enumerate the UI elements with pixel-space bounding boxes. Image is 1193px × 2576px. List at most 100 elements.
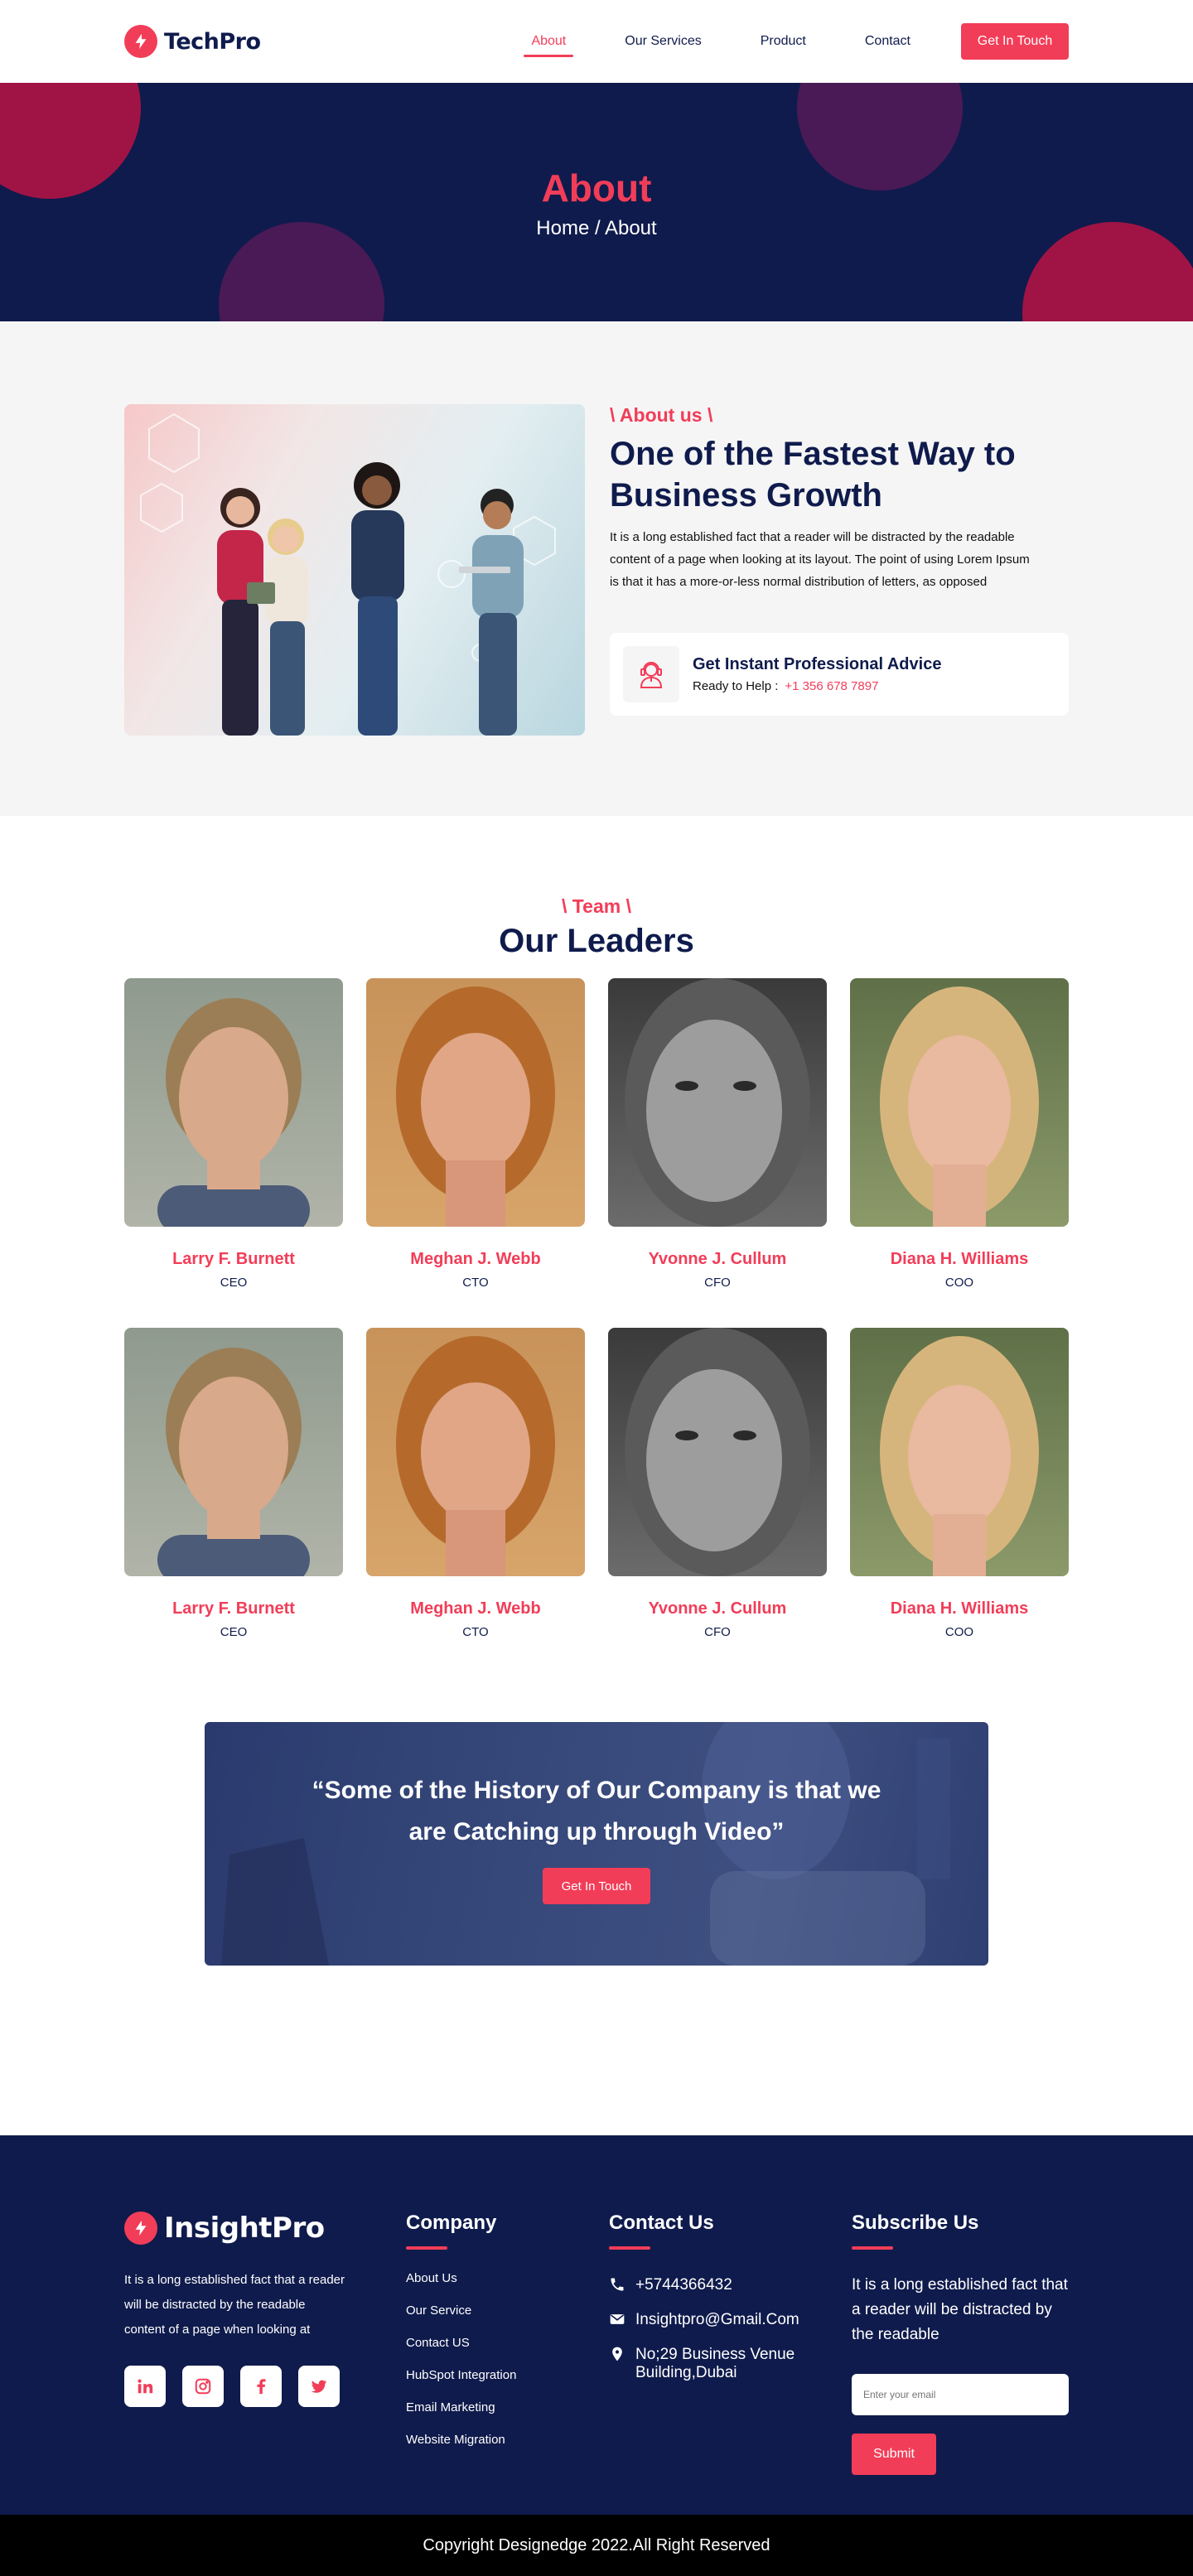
member-name: Meghan J. Webb [410, 1250, 541, 1268]
member-name: Diana H. Williams [890, 1599, 1029, 1618]
contact-email[interactable]: Insightpro@Gmail.Com [609, 2311, 852, 2332]
footer-link-contact-us[interactable]: Contact US [406, 2336, 609, 2350]
linkedin-icon[interactable] [124, 2366, 166, 2407]
page-hero: About Home / About [0, 83, 1193, 321]
footer-brand-column: InsightPro It is a long established fact… [124, 2212, 406, 2475]
advice-subtitle: Ready to Help : +1 356 678 7897 [693, 679, 941, 693]
member-name: Yvonne J. Cullum [648, 1599, 787, 1618]
member-name: Larry F. Burnett [172, 1599, 295, 1618]
contact-phone-text: +5744366432 [635, 2276, 732, 2294]
facebook-icon[interactable] [240, 2366, 282, 2407]
submit-button[interactable]: Submit [852, 2434, 936, 2475]
get-in-touch-button[interactable]: Get In Touch [961, 23, 1069, 60]
contact-email-text: Insightpro@Gmail.Com [635, 2311, 799, 2328]
team-card[interactable]: Diana H. Williams COO [850, 978, 1069, 1290]
section-kicker: \ Team \ [562, 895, 631, 917]
team-card[interactable]: Diana H. Williams COO [850, 1328, 1069, 1639]
footer-heading: Company [406, 2212, 497, 2234]
phone-icon [609, 2276, 625, 2298]
member-photo [608, 1328, 827, 1576]
get-in-touch-button[interactable]: Get In Touch [543, 1868, 650, 1904]
advice-card[interactable]: Get Instant Professional Advice Ready to… [610, 633, 1069, 716]
contact-phone[interactable]: +5744366432 [609, 2276, 852, 2298]
member-photo [850, 978, 1069, 1227]
member-photo [850, 1328, 1069, 1576]
about-content: \ About us \ One of the Fastest Way to B… [610, 404, 1069, 736]
section-kicker: \ About us \ [610, 404, 713, 426]
footer-heading: Subscribe Us [852, 2212, 979, 2234]
member-photo [608, 978, 827, 1227]
brand-name: TechPro [164, 28, 261, 55]
mail-icon [609, 2311, 625, 2332]
member-photo [366, 978, 585, 1227]
footer-about-text: It is a long established fact that a rea… [124, 2273, 345, 2337]
nav-item-product[interactable]: Product [753, 26, 814, 57]
team-card[interactable]: Yvonne J. Cullum CFO [608, 978, 827, 1290]
footer-logo[interactable]: InsightPro [124, 2212, 406, 2245]
brand-logo[interactable]: TechPro [124, 25, 261, 58]
heading-underline [852, 2246, 893, 2250]
member-role: COO [944, 1276, 974, 1290]
team-card[interactable]: Yvonne J. Cullum CFO [608, 1328, 827, 1639]
member-photo [366, 1328, 585, 1576]
member-name: Diana H. Williams [890, 1250, 1029, 1268]
member-name: Meghan J. Webb [410, 1599, 541, 1618]
site-header: TechPro About Our Services Product Conta… [0, 0, 1193, 83]
footer-brand-name: InsightPro [164, 2212, 325, 2245]
about-heading: One of the Fastest Way to Business Growt… [610, 436, 1016, 514]
team-card[interactable]: Meghan J. Webb CTO [366, 978, 585, 1290]
heading-underline [609, 2246, 650, 2250]
footer-link-website-migration[interactable]: Website Migration [406, 2433, 609, 2447]
team-heading: Our Leaders [499, 923, 694, 959]
team-card[interactable]: Larry F. Burnett CEO [124, 978, 343, 1290]
nav-item-our-services[interactable]: Our Services [617, 26, 708, 57]
member-role: CEO [220, 1625, 248, 1639]
about-section: \ About us \ One of the Fastest Way to B… [0, 321, 1193, 816]
team-section: \ Team \ Our Leaders Larry F. Burnett CE… [0, 816, 1193, 2062]
member-role: CEO [220, 1276, 248, 1290]
twitter-icon[interactable] [298, 2366, 340, 2407]
member-photo [124, 1328, 343, 1576]
member-name: Larry F. Burnett [172, 1250, 295, 1268]
team-card[interactable]: Larry F. Burnett CEO [124, 1328, 343, 1639]
location-pin-icon [609, 2346, 625, 2367]
subscribe-text: It is a long established fact that a rea… [852, 2276, 1068, 2343]
about-paragraph: It is a long established fact that a rea… [610, 530, 1030, 589]
footer-subscribe-column: Subscribe Us It is a long established fa… [852, 2212, 1069, 2475]
footer-link-about-us[interactable]: About Us [406, 2271, 609, 2285]
email-field[interactable] [852, 2374, 1069, 2415]
nav-item-about[interactable]: About [524, 26, 574, 57]
lightning-icon [124, 25, 157, 58]
copyright-text: Copyright Designedge 2022.All Right Rese… [423, 2535, 770, 2554]
contact-list: +5744366432 Insightpro@Gmail.Com No;29 B… [609, 2276, 852, 2382]
contact-address-text: No;29 Business Venue Building,Dubai [635, 2346, 795, 2381]
footer-company-links: About Us Our Service Contact US HubSpot … [406, 2271, 609, 2447]
footer-link-our-service[interactable]: Our Service [406, 2303, 609, 2318]
footer-link-email-marketing[interactable]: Email Marketing [406, 2400, 609, 2414]
copyright-bar: Copyright Designedge 2022.All Right Rese… [0, 2515, 1193, 2576]
social-links [124, 2366, 406, 2407]
team-card[interactable]: Meghan J. Webb CTO [366, 1328, 585, 1639]
advice-label: Ready to Help : [693, 679, 779, 693]
nav-item-contact[interactable]: Contact [857, 26, 918, 57]
site-footer: InsightPro It is a long established fact… [0, 2135, 1193, 2515]
instagram-icon[interactable] [182, 2366, 224, 2407]
member-role: COO [944, 1625, 974, 1639]
member-photo [124, 978, 343, 1227]
main-nav: About Our Services Product Contact Get I… [480, 23, 1069, 60]
member-role: CFO [704, 1625, 731, 1639]
advice-title: Get Instant Professional Advice [693, 655, 942, 673]
breadcrumb: Home / About [536, 217, 657, 239]
video-banner[interactable]: “Some of the History of Our Company is t… [205, 1722, 988, 1966]
team-grid: Larry F. Burnett CEO Meghan J. Webb CTO … [124, 978, 1069, 1639]
advice-phone[interactable]: +1 356 678 7897 [785, 679, 878, 693]
lightning-icon [124, 2212, 157, 2245]
footer-company-column: Company About Us Our Service Contact US … [406, 2212, 609, 2475]
member-role: CFO [704, 1276, 731, 1290]
video-quote: “Some of the History of Our Company is t… [312, 1777, 881, 1845]
page-title: About [541, 166, 652, 210]
footer-heading: Contact Us [609, 2212, 714, 2234]
heading-underline [406, 2246, 447, 2250]
member-name: Yvonne J. Cullum [648, 1250, 787, 1268]
footer-link-hubspot-integration[interactable]: HubSpot Integration [406, 2368, 609, 2382]
